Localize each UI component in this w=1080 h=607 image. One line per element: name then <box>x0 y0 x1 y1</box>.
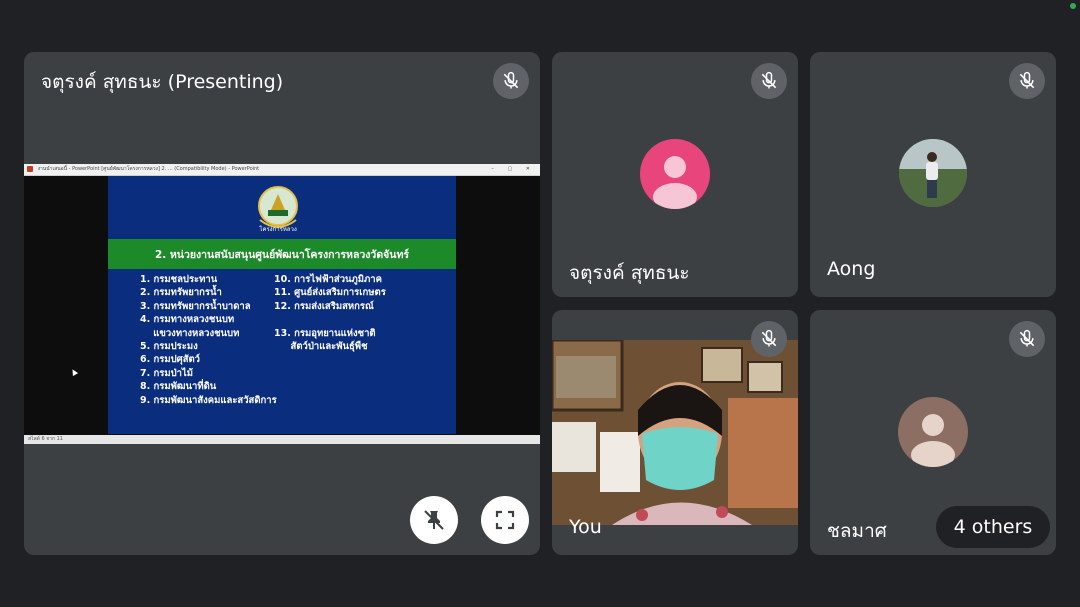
participant-name: จตุรงค์ สุทธนะ <box>569 262 690 284</box>
list-item: 7. กรมป่าไม้ <box>140 367 194 379</box>
list-item: 11. ศูนย์ส่งเสริมการเกษตร <box>274 287 386 299</box>
others-button[interactable]: 4 others <box>936 506 1050 548</box>
avatar <box>898 397 968 467</box>
ppt-logo-icon <box>27 166 33 172</box>
window-controls[interactable]: – ▢ ✕ <box>491 164 536 175</box>
participant-name: ชลมาศ <box>827 520 887 542</box>
participant-name: Aong <box>827 258 876 280</box>
participant-name: You <box>569 516 602 538</box>
list-item: สัตว์ป่าและพันธุ์พืช <box>274 341 368 353</box>
powerpoint-status-bar: สไลด์ 6 จาก 11 <box>24 435 540 444</box>
avatar <box>640 139 710 209</box>
slide-left-list: 1. กรมชลประทาน 2. กรมทรัพยากรน้ำ 3. กรมท… <box>140 273 277 407</box>
logo-caption: โครงการหลวง <box>259 226 297 233</box>
camera-feed <box>552 340 798 525</box>
fullscreen-icon <box>495 510 515 530</box>
unpin-icon <box>424 510 444 530</box>
participant-tile[interactable]: จตุรงค์ สุทธนะ <box>552 52 798 297</box>
presenter-name: จตุรงค์ สุทธนะ (Presenting) <box>41 71 284 93</box>
slide-right-list: 10. การไฟฟ้าส่วนภูมิภาค 11. ศูนย์ส่งเสริ… <box>274 273 386 353</box>
participant-tile[interactable]: Aong <box>810 52 1056 297</box>
list-item: แขวงทางหลวงชนบท <box>140 327 240 339</box>
list-item: 9. กรมพัฒนาสังคมและสวัสดิการ <box>140 394 277 406</box>
slide-heading-bar: 2. หน่วยงานสนับสนุนศูนย์พัฒนาโครงการหลวง… <box>108 239 456 269</box>
list-item: 10. การไฟฟ้าส่วนภูมิภาค <box>274 274 382 285</box>
list-item <box>274 313 386 326</box>
mic-off-icon <box>751 321 787 357</box>
fullscreen-button[interactable] <box>481 496 529 544</box>
royal-project-logo: โครงการหลวง <box>254 184 302 236</box>
profile-photo <box>899 139 967 207</box>
powerpoint-title-bar: งานนำเสนอนี้ - PowerPoint [ศูนย์พัฒนาโคร… <box>24 164 540 176</box>
list-item: 4. กรมทางหลวงชนบท <box>140 314 235 326</box>
list-item: 5. กรมประมง <box>140 341 198 353</box>
mic-off-icon <box>751 63 787 99</box>
presenter-tile[interactable]: จตุรงค์ สุทธนะ (Presenting) งานนำเสนอนี้… <box>24 52 540 555</box>
shared-screen: งานนำเสนอนี้ - PowerPoint [ศูนย์พัฒนาโคร… <box>24 164 540 444</box>
list-item: 8. กรมพัฒนาที่ดิน <box>140 381 217 393</box>
window-title: งานนำเสนอนี้ - PowerPoint [ศูนย์พัฒนาโคร… <box>37 166 260 172</box>
slide-counter: สไลด์ 6 จาก 11 <box>28 436 63 442</box>
unpin-button[interactable] <box>410 496 458 544</box>
slide-heading: 2. หน่วยงานสนับสนุนศูนย์พัฒนาโครงการหลวง… <box>154 248 410 261</box>
mic-off-icon <box>1009 321 1045 357</box>
status-indicator <box>1070 3 1076 9</box>
self-view-tile[interactable]: You <box>552 310 798 555</box>
person-icon <box>911 414 955 467</box>
list-item: 13. กรมอุทยานแห่งชาติ <box>274 327 376 339</box>
list-item: 2. กรมทรัพยากรน้ำ <box>140 287 222 299</box>
participant-tile[interactable]: ชลมาศ 4 others <box>810 310 1056 555</box>
list-item: 3. กรมทรัพยากรน้ำบาดาล <box>140 300 251 312</box>
list-item: 6. กรมปศุสัตว์ <box>140 354 201 366</box>
slide-canvas: โครงการหลวง 2. หน่วยงานสนับสนุนศูนย์พัฒน… <box>108 176 456 434</box>
list-item: 1. กรมชลประทาน <box>140 274 218 285</box>
list-item: 12. กรมส่งเสริมสหกรณ์ <box>274 300 374 312</box>
person-icon <box>653 156 697 209</box>
mic-off-icon <box>1009 63 1045 99</box>
mic-off-icon <box>493 63 529 99</box>
mouse-cursor-icon <box>69 367 79 377</box>
